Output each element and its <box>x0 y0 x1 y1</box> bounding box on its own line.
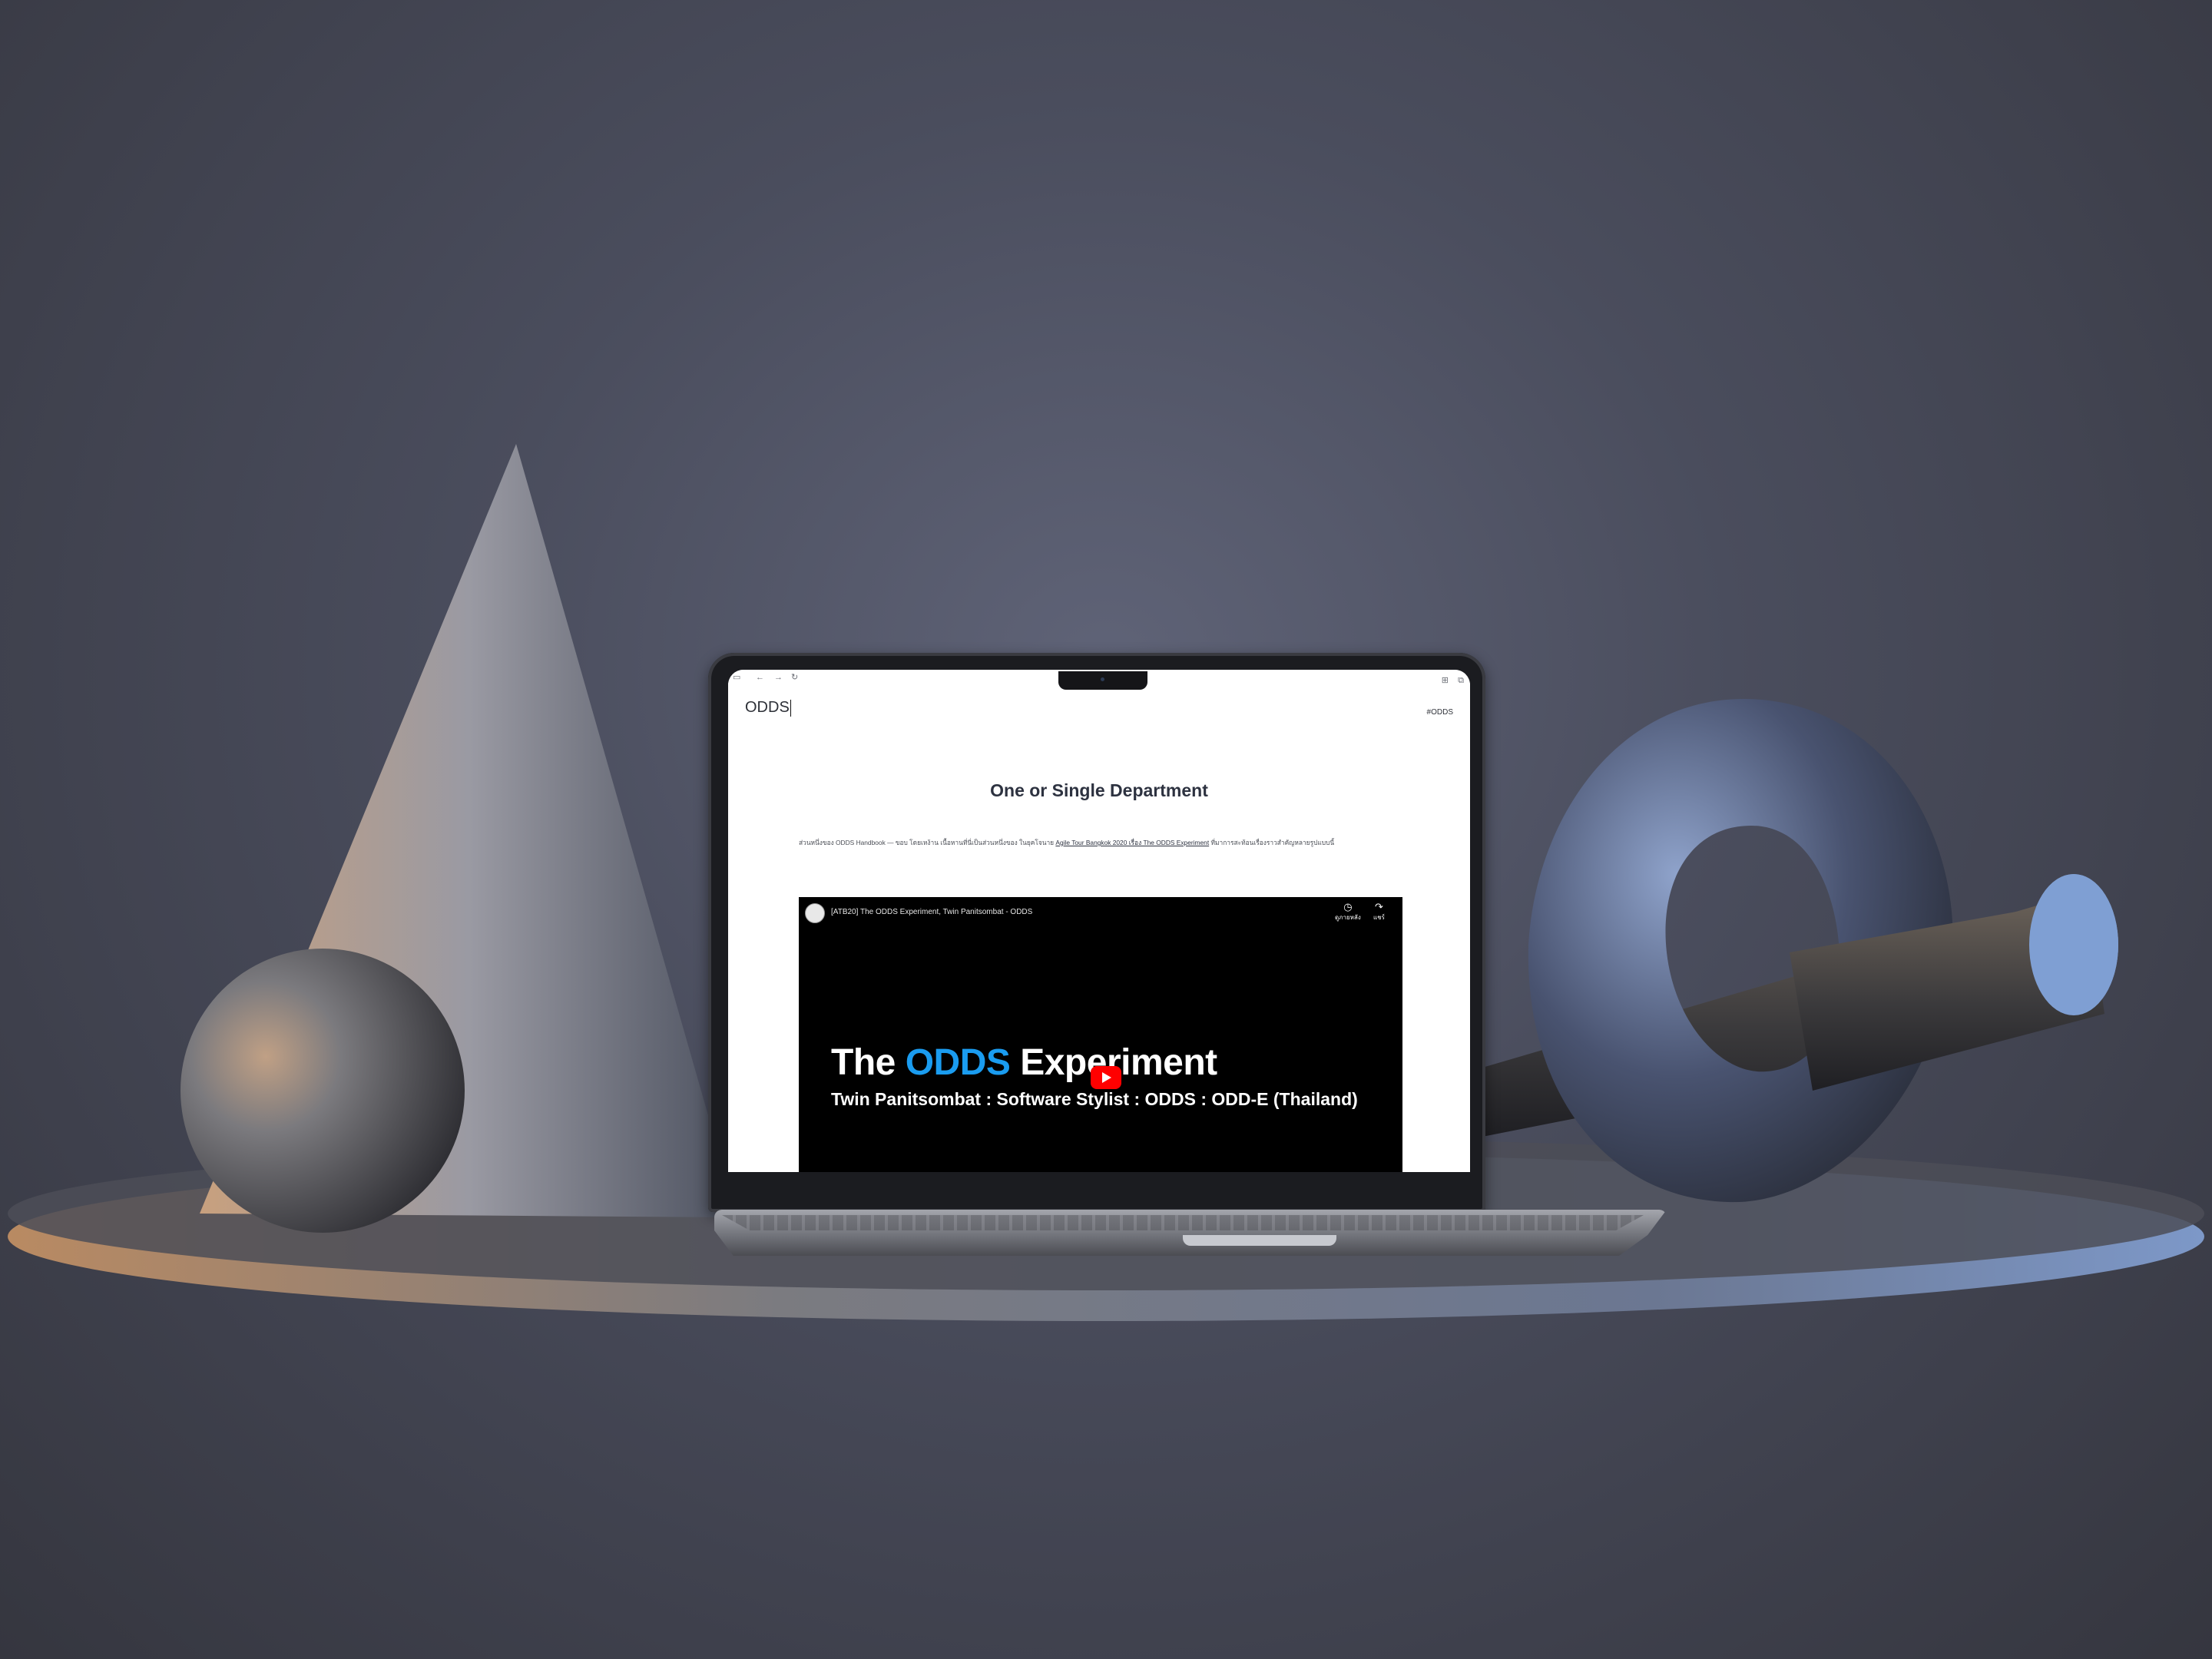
youtube-embed[interactable]: [ATB20] The ODDS Experiment, Twin Panits… <box>799 897 1402 1172</box>
video-headline: The ODDS Experiment <box>831 1041 1217 1084</box>
tabs-overview-icon[interactable]: ⧉ <box>1458 677 1464 685</box>
clock-icon: ◷ <box>1343 901 1353 912</box>
sphere-shape <box>180 949 465 1233</box>
video-subtitle: Twin Panitsombat : Software Stylist : OD… <box>831 1089 1358 1109</box>
back-arrow-icon[interactable]: ← <box>756 674 764 682</box>
channel-avatar[interactable] <box>805 903 825 923</box>
headline-accent: ODDS <box>905 1042 1011 1083</box>
sidebar-icon[interactable]: ▭ <box>733 674 740 682</box>
reload-icon[interactable]: ↻ <box>791 674 798 682</box>
forward-arrow-icon[interactable]: → <box>774 674 783 682</box>
intro-paragraph: ส่วนหนึ่งของ ODDS Handbook — ขอบ โดยเหง้… <box>799 837 1406 848</box>
share-label: แชร์ <box>1373 914 1385 921</box>
headline-prefix: The <box>831 1042 896 1083</box>
video-title[interactable]: [ATB20] The ODDS Experiment, Twin Panits… <box>831 908 1032 916</box>
watch-later-button[interactable]: ◷ ดูภายหลัง <box>1335 902 1361 922</box>
intro-tail: ที่มาการสะท้อนเรื่องราวสำคัญหลายรูปแบบนี… <box>1210 839 1335 846</box>
nav-link-odds[interactable]: #ODDS <box>1427 708 1453 717</box>
laptop-keyboard <box>722 1215 1644 1230</box>
site-logo[interactable]: ODDS <box>745 699 791 717</box>
page-title: One or Single Department <box>990 780 1208 800</box>
new-tab-icon[interactable]: ⊞ <box>1442 677 1449 685</box>
cylinder-front-cap <box>2029 874 2118 1015</box>
scene: ▭ ← → ↻ ⊞ ⧉ ODDS #ODDS One or Single Dep… <box>0 0 2212 1659</box>
share-icon: ↷ <box>1374 901 1383 912</box>
intro-text: ส่วนหนึ่งของ ODDS Handbook — ขอบ โดยเหง้… <box>799 839 1055 846</box>
intro-link[interactable]: Agile Tour Bangkok 2020 เรื่อง The ODDS … <box>1055 839 1209 846</box>
laptop-lip <box>1183 1235 1336 1246</box>
laptop-screen: ▭ ← → ↻ ⊞ ⧉ ODDS #ODDS One or Single Dep… <box>728 670 1470 1172</box>
camera-notch <box>1058 671 1147 690</box>
watch-later-label: ดูภายหลัง <box>1335 914 1361 921</box>
share-button[interactable]: ↷ แชร์ <box>1373 902 1385 922</box>
play-button-icon[interactable] <box>1091 1066 1121 1089</box>
